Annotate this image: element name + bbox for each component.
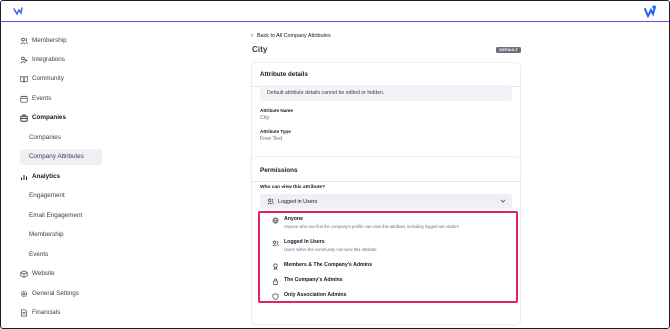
users-icon (272, 240, 279, 247)
sidebar-item-label: Email Engagement (29, 212, 83, 219)
sidebar-item-analytics-membership[interactable]: Membership (29, 227, 64, 242)
permissions-heading: Permissions (260, 167, 298, 174)
document-icon (20, 308, 28, 317)
attribute-type-label: Attribute Type (260, 129, 291, 134)
sidebar-item-companies[interactable]: Companies (29, 130, 61, 145)
option-company-admins[interactable]: The Company's Admins (272, 277, 343, 285)
attribute-details-heading: Attribute details (260, 71, 308, 78)
option-title: Only Association Admins (284, 292, 347, 298)
sidebar-item-label: Analytics (32, 173, 60, 180)
sidebar-item-engagement[interactable]: Engagement (29, 188, 65, 203)
sidebar-item-label: Membership (29, 231, 64, 238)
attribute-name-label: Attribute Name (260, 108, 293, 113)
users-icon (267, 198, 274, 205)
divider (252, 181, 520, 182)
calendar-icon (20, 95, 28, 103)
permissions-card: Permissions Who can view this attribute?… (252, 157, 520, 324)
default-badge: DEFAULT (496, 47, 521, 53)
sidebar-item-integrations[interactable]: Integrations (20, 52, 65, 67)
option-anyone[interactable]: Anyone Anyone who can find the company's… (272, 216, 459, 229)
main-content: ‹ Back to All Company Attributes City DE… (251, 23, 523, 328)
book-icon (20, 75, 28, 83)
sidebar-item-companies-section[interactable]: Companies (20, 110, 66, 125)
top-bar (1, 1, 669, 22)
option-title: Logged In Users (284, 239, 325, 245)
option-description: Users within the community can view this… (284, 247, 377, 252)
page-title: City (252, 45, 268, 54)
badge-icon (272, 263, 279, 270)
attribute-details-card: Attribute details Default attribute deta… (252, 63, 520, 170)
sidebar-item-community[interactable]: Community (20, 71, 64, 86)
sidebar: Membership Integrations Community Events… (1, 23, 111, 328)
lock-icon (272, 278, 279, 285)
sidebar-item-analytics-section[interactable]: Analytics (20, 169, 60, 184)
sidebar-item-membership[interactable]: Membership (20, 33, 67, 48)
sidebar-item-label: Financials (32, 309, 61, 316)
sidebar-item-email-engagement[interactable]: Email Engagement (29, 208, 82, 223)
sidebar-item-label: Companies (32, 114, 66, 121)
default-notice: Default attribute details cannot be edit… (260, 85, 512, 101)
option-title: Members & The Company's Admins (284, 262, 373, 268)
visibility-question: Who can view this attribute? (260, 185, 326, 190)
gear-icon (20, 290, 28, 298)
visibility-options-dropdown: Anyone Anyone who can find the company's… (258, 211, 518, 303)
attribute-name-value: City (260, 115, 270, 121)
users-icon (20, 37, 28, 45)
sidebar-item-label: Integrations (32, 56, 65, 63)
back-link[interactable]: ‹ Back to All Company Attributes (251, 33, 331, 39)
sidebar-item-general-settings[interactable]: General Settings (20, 286, 79, 301)
chart-icon (20, 173, 28, 181)
option-title: Anyone (284, 216, 304, 222)
sidebar-item-label: Events (29, 251, 49, 258)
sidebar-item-events[interactable]: Events (20, 91, 51, 106)
building-icon (20, 114, 28, 122)
sidebar-item-analytics-events[interactable]: Events (29, 247, 48, 262)
shield-icon (272, 293, 279, 300)
option-title: The Company's Admins (284, 277, 343, 283)
sidebar-item-label: Events (32, 95, 52, 102)
globe-icon (272, 217, 279, 224)
option-description: Anyone who can find the company's profil… (284, 224, 459, 229)
sidebar-item-label: Companies (29, 134, 61, 141)
sidebar-item-label: Website (32, 270, 55, 277)
option-association-admins[interactable]: Only Association Admins (272, 292, 346, 300)
sidebar-item-company-attributes[interactable]: Company Attributes (29, 149, 84, 164)
sidebar-item-financials[interactable]: Financials (20, 305, 60, 320)
visibility-select-value: Logged in Users (278, 198, 318, 205)
sidebar-item-label: Engagement (29, 192, 65, 199)
brand-logo-icon[interactable] (643, 4, 657, 18)
sidebar-item-label: Membership (32, 37, 67, 44)
cube-icon (20, 269, 28, 278)
chevron-down-icon (500, 199, 506, 203)
sidebar-item-label: Company Attributes (29, 153, 84, 160)
back-link-label: Back to All Company Attributes (257, 33, 331, 39)
integrations-icon (20, 56, 28, 64)
attribute-type-value: Free Text (260, 136, 283, 142)
sidebar-item-label: General Settings (32, 290, 79, 297)
visibility-select[interactable]: Logged in Users (260, 194, 512, 209)
option-members-and-company-admins[interactable]: Members & The Company's Admins (272, 262, 372, 270)
chevron-left-icon: ‹ (251, 33, 253, 39)
app-window: Membership Integrations Community Events… (0, 0, 670, 329)
sidebar-item-website[interactable]: Website (20, 266, 55, 281)
sidebar-item-label: Community (32, 75, 64, 82)
brand-logo-small-icon[interactable] (13, 6, 23, 16)
option-logged-in-users[interactable]: Logged In Users Users within the communi… (272, 239, 377, 252)
